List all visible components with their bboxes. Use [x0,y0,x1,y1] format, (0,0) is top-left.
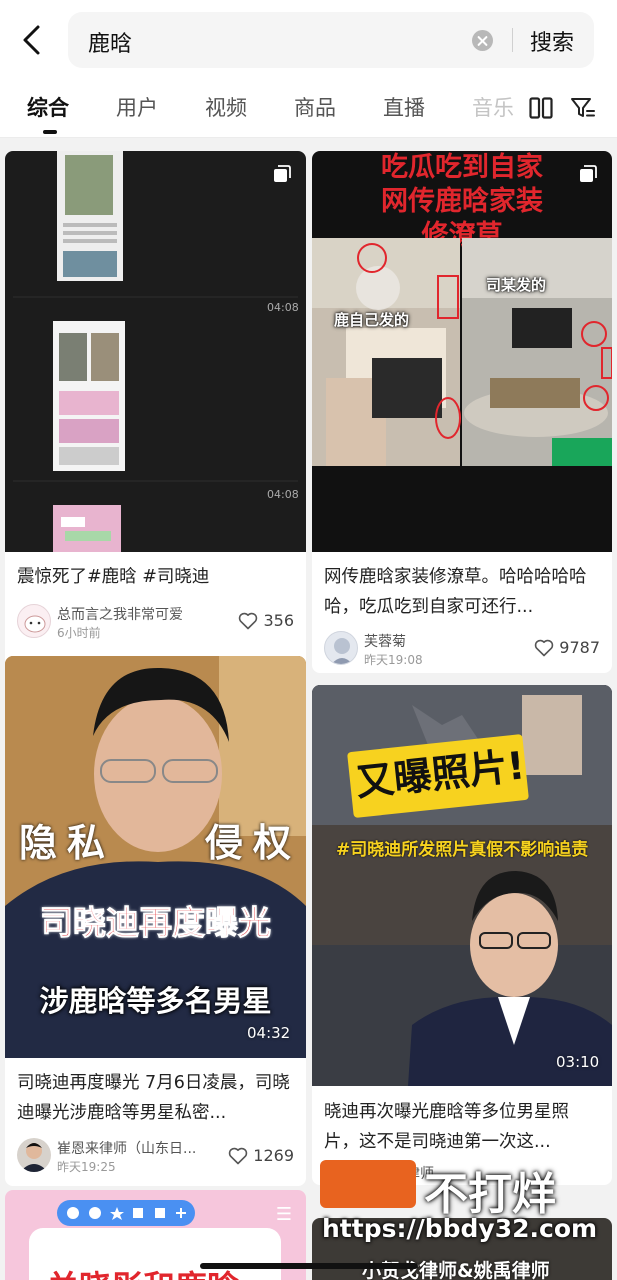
avatar[interactable] [324,631,358,665]
search-query-text[interactable]: 鹿晗 [88,26,132,58]
heart-icon[interactable] [228,1147,248,1165]
like-count[interactable]: 356 [238,611,294,630]
avatar[interactable] [17,604,51,638]
chat-screenshot-collage [13,151,298,552]
divider [512,28,513,52]
publish-time: 昨天19:08 [364,653,423,667]
tab-users[interactable]: 用户 [116,92,158,122]
heart-icon[interactable] [534,639,554,657]
tab-comprehensive[interactable]: 综合 [27,92,69,122]
video-thumbnail[interactable]: 04:08 04:08 [5,151,306,552]
overlay-text: 隐私 [19,821,116,865]
living-room-photos [312,238,612,466]
video-duration: 03:10 [556,1053,600,1071]
overlay-tag: #司晓迪所发照片真假不影响追责 [336,840,589,860]
layout-toggle-icon[interactable] [529,97,553,119]
search-button[interactable]: 搜索 [530,25,574,57]
home-indicator[interactable] [200,1263,418,1269]
result-card[interactable]: 小贺戈律师&姚禹律师 [312,1218,612,1280]
card-title[interactable]: 网传鹿晗家装修潦草。哈哈哈哈哈哈，吃瓜吃到自家可还行... [324,562,602,622]
publish-time: 6小时前 [57,626,101,640]
card-title[interactable]: 晓迪再次曝光鹿晗等多位男星照片，这不是司晓迪第一次这... [324,1097,602,1157]
like-count[interactable]: 1269 [228,1146,294,1165]
video-duration: 04:32 [247,1024,291,1042]
tab-music[interactable]: 音乐 [472,92,516,122]
video-thumbnail[interactable]: 吃瓜吃到自家 网传鹿晗家装 修潦草 鹿自己发的 司某发的 [312,151,612,552]
toolbar-icons [67,1207,186,1220]
author-name[interactable]: 崔恩来律师（山东日... [57,1138,207,1158]
avatar[interactable] [17,1138,51,1172]
overlay-label: 司某发的 [486,276,547,294]
author-name[interactable]: 小贺戈律师 [364,1163,434,1183]
menu-icon: ☰ [275,1204,292,1225]
search-results-feed: 04:08 04:08 震惊死了#鹿晗 #司晓迪 总而言之我非常可爱 6小时前 … [0,138,617,1280]
overlay-text: 涉鹿晗等多名男星 [39,984,272,1018]
active-tab-indicator [43,130,57,134]
overlay-text: 司晓迪再度曝光 [40,903,272,943]
video-duration: 04:08 [267,301,299,314]
author-name[interactable]: 芙蓉菊 [364,631,406,651]
result-card[interactable]: 又曝照片! #司晓迪所发照片真假不影响追责 03:10 晓迪再次曝光鹿晗等多位男… [312,685,612,1185]
tab-products[interactable]: 商品 [294,92,336,122]
overlay-label: 鹿自己发的 [334,311,410,329]
like-number: 9787 [559,638,600,657]
overlay-text: 侵权 [205,821,302,865]
like-count[interactable]: 9787 [534,638,600,657]
tab-live[interactable]: 直播 [383,92,425,122]
clear-icon[interactable] [472,30,493,51]
video-duration: 04:08 [267,488,299,501]
toolbar-pill [57,1200,195,1226]
back-arrow-icon[interactable] [16,22,50,58]
card-title[interactable]: 震惊死了#鹿晗 #司晓迪 [17,562,295,592]
author-name[interactable]: 总而言之我非常可爱 [57,604,183,624]
result-card[interactable]: 隐私 侵权 司晓迪再度曝光 涉鹿晗等多名男星 04:32 司晓迪再度曝光 7月6… [5,656,306,1186]
video-thumbnail[interactable]: 又曝照片! #司晓迪所发照片真假不影响追责 03:10 [312,685,612,1086]
card-title[interactable]: 司晓迪再度曝光 7月6日凌晨，司晓迪曝光涉鹿晗等男星私密... [17,1068,295,1128]
video-thumbnail[interactable]: 隐私 侵权 司晓迪再度曝光 涉鹿晗等多名男星 04:32 [5,656,306,1058]
heart-icon[interactable] [238,612,258,630]
search-input[interactable]: 鹿晗 搜索 [68,12,594,68]
result-card[interactable]: 吃瓜吃到自家 网传鹿晗家装 修潦草 鹿自己发的 司某发的 网传鹿晗家装修潦草。哈… [312,151,612,673]
multi-image-icon [274,165,291,182]
like-number: 356 [263,611,294,630]
search-header: 鹿晗 搜索 [0,0,617,80]
like-number: 1269 [253,1146,294,1165]
filter-icon[interactable] [570,96,596,120]
tab-bar: 综合 用户 视频 商品 直播 音乐 [0,80,617,138]
tab-videos[interactable]: 视频 [205,92,247,122]
multi-image-icon [580,165,597,182]
publish-time: 昨天19:25 [57,1160,116,1174]
